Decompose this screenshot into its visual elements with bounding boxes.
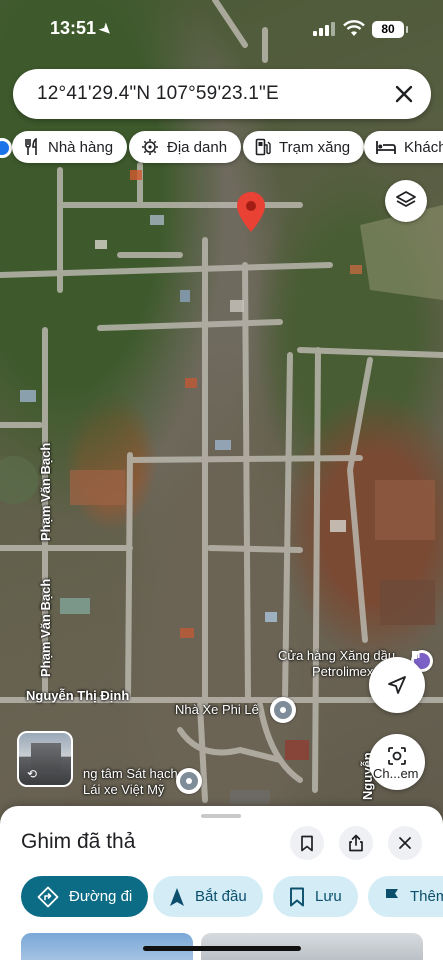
status-bar: 13:51➤ 80 (0, 0, 443, 60)
sheet-title: Ghim đã thả (21, 830, 136, 853)
flag-icon (386, 888, 398, 906)
home-indicator (143, 946, 301, 951)
lens-label: Ch...em (373, 766, 419, 781)
road-label-nguyen-thi-dinh: Nguyễn Thị Định (26, 688, 130, 703)
directions-label: Đường đi (69, 888, 133, 905)
chip-landmark[interactable]: Địa danh (129, 131, 242, 163)
navigation-arrow-icon (170, 887, 184, 906)
landmark-icon (142, 139, 158, 155)
gas-station-icon (255, 138, 271, 156)
start-button[interactable]: Bắt đầu (153, 876, 263, 917)
poi-label-bus-station[interactable]: Nhà Xe Phi Lê (175, 702, 259, 718)
bookmark-icon (301, 835, 313, 851)
cellular-signal-icon (313, 22, 335, 36)
wifi-icon (343, 20, 365, 36)
search-query[interactable]: 12°41'29.4"N 107°59'23.1"E (37, 83, 279, 105)
rotate-360-icon: ⟲ (27, 767, 38, 781)
navigation-arrow-icon (388, 676, 406, 694)
chip-gas-station[interactable]: Trạm xăng (243, 131, 365, 163)
camera-lens-icon (388, 747, 406, 765)
sheet-drag-handle[interactable] (201, 814, 241, 818)
save-button[interactable] (290, 826, 324, 860)
save-action-button[interactable]: Lưu (273, 876, 358, 917)
close-icon[interactable] (391, 81, 417, 107)
poi-label-driving-center[interactable]: ng tâm Sát hạch Lái xe Việt Mỹ (83, 766, 178, 798)
chip-gas-station-label: Trạm xăng (279, 138, 351, 156)
chip-hotel-label: Khách (404, 138, 443, 156)
search-bar[interactable]: 12°41'29.4"N 107°59'23.1"E (13, 69, 431, 119)
status-time: 13:51➤ (50, 18, 117, 39)
chip-landmark-label: Địa danh (167, 138, 228, 156)
save-action-label: Lưu (315, 888, 342, 905)
bottom-sheet[interactable]: Ghim đã thả Đường đi Bắt đầu Lưu Thêm (0, 806, 443, 960)
share-icon (349, 834, 363, 852)
location-arrow-icon: ➤ (96, 19, 117, 39)
add-label-label: Thêm (410, 888, 443, 905)
chip-restaurant[interactable]: Nhà hàng (12, 131, 128, 163)
start-label: Bắt đầu (195, 888, 247, 905)
close-icon (399, 837, 411, 849)
close-sheet-button[interactable] (388, 826, 422, 860)
layers-button[interactable] (385, 180, 427, 222)
battery-indicator: 80 (372, 21, 408, 38)
lens-button[interactable] (369, 734, 425, 790)
street-view-thumbnail[interactable]: ⟲ (17, 731, 73, 787)
share-button[interactable] (339, 826, 373, 860)
road-label-pham-van-bach-1: Phạm Văn Bạch (38, 442, 53, 541)
bus-station-poi-icon[interactable] (270, 697, 296, 723)
layers-icon (396, 191, 416, 207)
my-location-button[interactable] (369, 657, 425, 713)
bookmark-icon (290, 887, 304, 906)
restaurant-icon (25, 138, 37, 155)
road-label-pham-van-bach-2: Phạm Văn Bạch (38, 578, 53, 677)
sheet-actions: Đường đi Bắt đầu Lưu Thêm (0, 876, 443, 918)
add-label-button[interactable]: Thêm (368, 876, 443, 917)
category-chips: Nhà hàng Địa danh Trạm xăng Khách (0, 131, 443, 165)
chip-hotel[interactable]: Khách (364, 131, 443, 163)
directions-button[interactable]: Đường đi (21, 876, 149, 917)
directions-icon (37, 886, 59, 907)
chip-restaurant-label: Nhà hàng (48, 138, 114, 156)
dropped-pin-icon[interactable] (237, 192, 265, 232)
hotel-icon (376, 141, 396, 154)
driving-center-poi-icon[interactable] (176, 768, 202, 794)
